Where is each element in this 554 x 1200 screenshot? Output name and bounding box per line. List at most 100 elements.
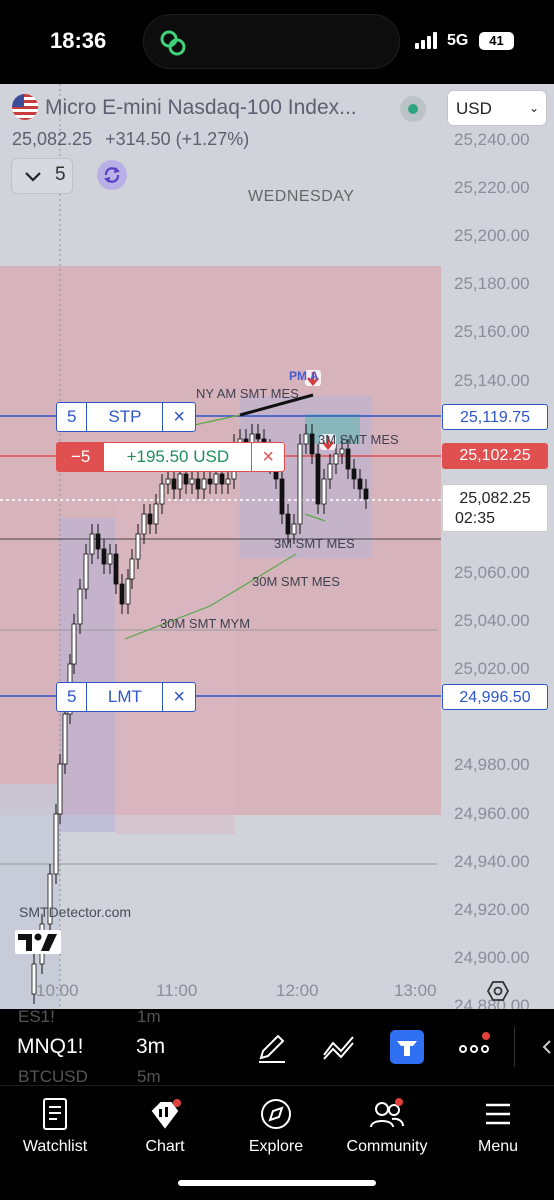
candle-body — [77, 588, 83, 625]
cellular-signal-icon — [415, 32, 441, 49]
smt-label: PM A — [289, 369, 319, 383]
nav-watchlist[interactable]: Watchlist — [0, 1094, 110, 1156]
price-axis-label: 24,980.00 — [454, 755, 530, 775]
smt-label: 3M SMT MES — [274, 536, 355, 551]
candle-body — [255, 433, 261, 440]
candle-body — [195, 478, 201, 490]
nav-explore[interactable]: Explore — [221, 1094, 331, 1156]
price-axis-label: 25,060.00 — [454, 563, 530, 582]
nav-label: Watchlist — [22, 1138, 88, 1155]
price-axis-label: 24,920.00 — [454, 899, 530, 919]
battery-indicator: 41 — [479, 32, 514, 50]
candle-body — [183, 473, 189, 485]
candle-body — [62, 713, 68, 765]
cancel-stop-order-button[interactable]: × — [163, 403, 195, 431]
indicators-icon[interactable] — [321, 1031, 357, 1065]
candle-body — [309, 433, 315, 455]
position-pnl[interactable]: +195.50 USD — [104, 443, 253, 471]
stop-order-qty[interactable]: 5 — [57, 403, 88, 431]
sync-button[interactable] — [97, 160, 127, 190]
candle-body — [83, 553, 89, 590]
smt-label: NY AM SMT MES — [196, 386, 299, 401]
time-axis-label: 13:00 — [394, 981, 437, 1000]
link-icon — [160, 30, 186, 56]
watermark: SMTDetector.com — [19, 904, 132, 920]
compass-icon — [261, 1099, 291, 1129]
network-type: 5G — [447, 32, 469, 49]
cancel-limit-order-button[interactable]: × — [163, 683, 195, 711]
toolbar-divider — [514, 1027, 515, 1067]
candle-body — [207, 478, 213, 485]
market-open-icon — [400, 96, 426, 122]
candle-body — [279, 478, 285, 515]
candle-body — [129, 558, 135, 580]
stop-order-price-tag: 25,119.75 — [442, 404, 548, 430]
limit-order-label[interactable]: 5 LMT × — [56, 682, 196, 712]
position-label[interactable]: −5 +195.50 USD × — [56, 442, 285, 472]
nav-community[interactable]: Community — [332, 1094, 442, 1156]
ghost-symbol: BTCUSD — [18, 1067, 88, 1085]
candle-body — [321, 478, 327, 505]
candle-body — [357, 478, 363, 490]
trade-panel-icon[interactable] — [390, 1030, 424, 1064]
position-qty[interactable]: −5 — [57, 443, 105, 471]
refresh-icon — [104, 167, 120, 183]
symbol-picker[interactable]: MNQ1! — [17, 1035, 84, 1059]
interval-picker[interactable]: 3m — [136, 1035, 165, 1059]
candle-body — [135, 533, 141, 560]
us-flag-icon — [12, 94, 38, 120]
currency-value: USD — [456, 99, 492, 118]
chart-settings-icon[interactable] — [486, 979, 510, 1003]
candle-body — [339, 448, 345, 455]
currency-select[interactable]: USD ⌄ — [447, 90, 547, 126]
time-axis-label: 11:00 — [156, 981, 198, 1000]
price-chart[interactable]: Micro E-mini Nasdaq-100 Index... USD ⌄ 2… — [0, 84, 554, 1009]
candle-body — [89, 533, 95, 555]
limit-order-price-tag: 24,996.50 — [442, 684, 548, 710]
limit-order-qty[interactable]: 5 — [57, 683, 88, 711]
price-axis-label: 25,160.00 — [454, 322, 530, 342]
hamburger-menu-icon — [486, 1103, 510, 1125]
nav-label: Chart — [145, 1138, 185, 1155]
candle-body — [113, 553, 119, 585]
candle-body — [285, 513, 291, 535]
candle-body — [119, 583, 125, 605]
symbol-name[interactable]: Micro E-mini Nasdaq-100 Index... — [45, 96, 357, 120]
candle-body — [201, 478, 207, 490]
candle-body — [107, 553, 113, 565]
drawing-pen-icon[interactable] — [255, 1031, 289, 1065]
position-price-tag: 25,102.25 — [442, 443, 548, 469]
candle-body — [171, 478, 177, 490]
nav-menu[interactable]: Menu — [443, 1094, 553, 1156]
price-axis-label: 25,240.00 — [454, 130, 530, 149]
candle-body — [71, 623, 77, 665]
smt-label: 3M SMT MES — [318, 432, 399, 447]
candle-body — [345, 448, 351, 470]
price-axis-label: 25,200.00 — [454, 226, 530, 246]
limit-order-type[interactable]: LMT — [87, 683, 164, 711]
chevron-left-icon[interactable] — [540, 1039, 554, 1055]
candle-body — [159, 483, 165, 505]
candle-body — [291, 523, 297, 535]
candle-body — [101, 548, 107, 565]
ghost-interval: 5m — [137, 1067, 161, 1085]
candle-body — [57, 763, 63, 815]
price-summary: 25,082.25 +314.50 (+1.27%) — [12, 129, 249, 150]
stop-order-type[interactable]: STP — [87, 403, 164, 431]
close-position-button[interactable]: × — [252, 446, 284, 469]
community-icon — [370, 1098, 404, 1128]
candle-body — [153, 503, 159, 525]
candle-body — [315, 453, 321, 505]
nav-chart[interactable]: Chart — [110, 1094, 220, 1156]
candle-body — [53, 813, 59, 875]
stop-order-label[interactable]: 5 STP × — [56, 402, 196, 432]
quantity-value: 5 — [55, 164, 66, 185]
candle-body — [125, 578, 131, 605]
candle-body — [189, 478, 195, 485]
candle-body — [303, 433, 309, 445]
clock-time: 18:36 — [50, 28, 107, 53]
more-options-icon[interactable] — [457, 1031, 493, 1065]
chevron-down-icon — [25, 172, 41, 182]
price-axis-label: 25,140.00 — [454, 370, 530, 390]
price-axis-label: 24,900.00 — [454, 947, 530, 967]
